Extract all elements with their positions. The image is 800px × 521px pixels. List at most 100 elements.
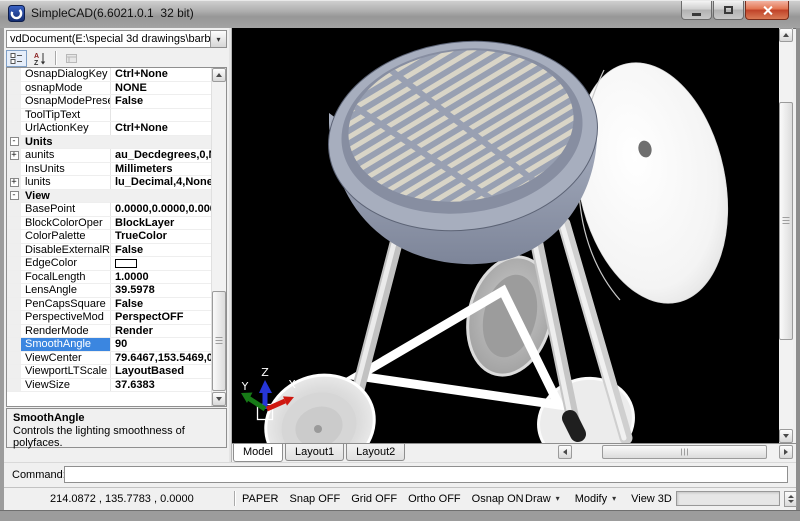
collapse-toggle-icon[interactable]: - [10,137,19,146]
property-value[interactable]: LayoutBased [111,365,211,378]
property-row-FocalLength[interactable]: FocalLength1.0000 [7,271,211,285]
scroll-right-button[interactable] [779,445,793,459]
property-row-ViewportLTScale[interactable]: ViewportLTScaleLayoutBased [7,365,211,379]
expand-toggle-icon[interactable]: + [10,151,19,160]
scrollbar-thumb[interactable] [602,445,767,459]
tab-model[interactable]: Model [233,444,283,462]
status-toggle-ortho-off[interactable]: Ortho OFF [408,493,461,505]
property-row-BlockColorOper[interactable]: BlockColorOperBlockLayer [7,217,211,231]
status-toggle-osnap-on[interactable]: Osnap ON [472,493,524,505]
chevron-down-icon: ▾ [612,494,616,503]
property-value[interactable]: 79.6467,153.5469,0. [111,352,211,365]
status-spin-button[interactable] [784,491,797,507]
property-value[interactable]: 0.0000,0.0000,0.000 [111,203,211,216]
color-swatch[interactable] [115,259,137,268]
property-row-RenderMode[interactable]: RenderModeRender [7,325,211,339]
property-value[interactable]: Ctrl+None [111,68,211,81]
property-row-InsUnits[interactable]: InsUnitsMillimeters [7,163,211,177]
alphabetical-sort-button[interactable]: A Z [29,50,50,67]
scrollbar-thumb[interactable] [212,291,226,391]
tab-layout2[interactable]: Layout2 [346,444,405,461]
property-row-BasePoint[interactable]: BasePoint0.0000,0.0000,0.000 [7,203,211,217]
row-indent: - [7,136,21,149]
window-title: SimpleCAD(6.6021.0.1 32 bit) [31,0,194,27]
property-value[interactable]: False [111,298,211,311]
row-indent: - [7,190,21,203]
property-row-ViewSize[interactable]: ViewSize37.6383 [7,379,211,393]
row-indent [7,230,21,243]
property-value[interactable]: False [111,95,211,108]
viewport-horizontal-scrollbar[interactable] [558,445,793,460]
expand-toggle-icon[interactable]: + [10,178,19,187]
property-category-View[interactable]: -View [7,190,211,204]
menu-draw[interactable]: Draw▾ [525,493,560,505]
maximize-icon [724,6,733,14]
property-row-DisableExternalRefer[interactable]: DisableExternalReferFalse [7,244,211,258]
property-value[interactable]: 39.5978 [111,284,211,297]
row-indent [7,109,21,122]
property-value[interactable]: 37.6383 [111,379,211,392]
command-input[interactable] [64,466,788,483]
scrollbar-thumb[interactable] [779,102,793,340]
row-indent [7,203,21,216]
status-toggle-grid-off[interactable]: Grid OFF [351,493,397,505]
scroll-down-button[interactable] [779,429,793,443]
property-row-EdgeColor[interactable]: EdgeColor [7,257,211,271]
property-row-PerspectiveMod[interactable]: PerspectiveModPerspectOFF [7,311,211,325]
status-toggle-snap-off[interactable]: Snap OFF [289,493,340,505]
description-title: SmoothAngle [13,412,220,424]
property-row-lunits[interactable]: +lunitslu_Decimal,4,None [7,176,211,190]
scroll-up-button[interactable] [779,28,793,42]
property-value[interactable]: PerspectOFF [111,311,211,324]
property-row-SmoothAngle[interactable]: SmoothAngle90 [7,338,211,352]
property-value[interactable]: Millimeters [111,163,211,176]
close-button[interactable] [745,1,789,20]
property-row-ToolTipText[interactable]: ToolTipText [7,109,211,123]
drawing-viewport[interactable]: Z Y X [232,28,779,443]
svg-text:A: A [34,53,39,60]
property-value[interactable]: Ctrl+None [111,122,211,135]
maximize-button[interactable] [713,1,744,20]
collapse-toggle-icon[interactable]: - [10,191,19,200]
property-category-Units[interactable]: -Units [7,136,211,150]
property-row-OsnapModePreserve[interactable]: OsnapModePreserveFalse [7,95,211,109]
scroll-down-button[interactable] [212,392,226,406]
status-toggle-paper[interactable]: PAPER [242,493,278,505]
title-bar[interactable]: SimpleCAD(6.6021.0.1 32 bit) [0,0,800,29]
property-value[interactable]: NONE [111,82,211,95]
property-value[interactable]: TrueColor [111,230,211,243]
menu-view-3d[interactable]: View 3D▾ [631,493,681,505]
property-row-ViewCenter[interactable]: ViewCenter79.6467,153.5469,0. [7,352,211,366]
status-toggles: PAPER Snap OFF Grid OFF Ortho OFF Osnap ON [242,493,524,505]
viewport-vertical-scrollbar[interactable] [779,28,793,443]
property-value[interactable]: BlockLayer [111,217,211,230]
property-value[interactable]: au_Decdegrees,0,No [111,149,211,162]
menu-modify[interactable]: Modify▾ [575,493,616,505]
property-value[interactable] [111,109,211,122]
property-value[interactable]: lu_Decimal,4,None [111,176,211,189]
minimize-button[interactable] [681,1,712,20]
property-row-PenCapsSquare[interactable]: PenCapsSquareFalse [7,298,211,312]
property-value[interactable]: 1.0000 [111,271,211,284]
property-value[interactable]: False [111,244,211,257]
property-label: lunits [21,176,111,189]
property-row-OsnapDialogKey[interactable]: OsnapDialogKeyCtrl+None [7,68,211,82]
tab-layout1[interactable]: Layout1 [285,444,344,461]
property-row-UrlActionKey[interactable]: UrlActionKeyCtrl+None [7,122,211,136]
scroll-left-button[interactable] [558,445,572,459]
property-row-LensAngle[interactable]: LensAngle39.5978 [7,284,211,298]
property-value[interactable] [111,257,211,270]
property-value[interactable]: 90 [111,338,211,351]
property-label: InsUnits [21,163,111,176]
property-row-aunits[interactable]: +aunitsau_Decdegrees,0,No [7,149,211,163]
chevron-down-icon[interactable]: ▾ [210,31,226,47]
property-row-ColorPalette[interactable]: ColorPaletteTrueColor [7,230,211,244]
row-indent [7,217,21,230]
categorized-view-button[interactable] [6,50,27,67]
property-pages-button[interactable] [61,50,82,67]
property-row-osnapMode[interactable]: osnapModeNONE [7,82,211,96]
scroll-up-button[interactable] [212,68,226,82]
document-selector[interactable]: vdDocument(E:\special 3d drawings\barbec… [6,30,227,48]
property-value[interactable]: Render [111,325,211,338]
property-grid-scrollbar[interactable] [211,68,226,406]
